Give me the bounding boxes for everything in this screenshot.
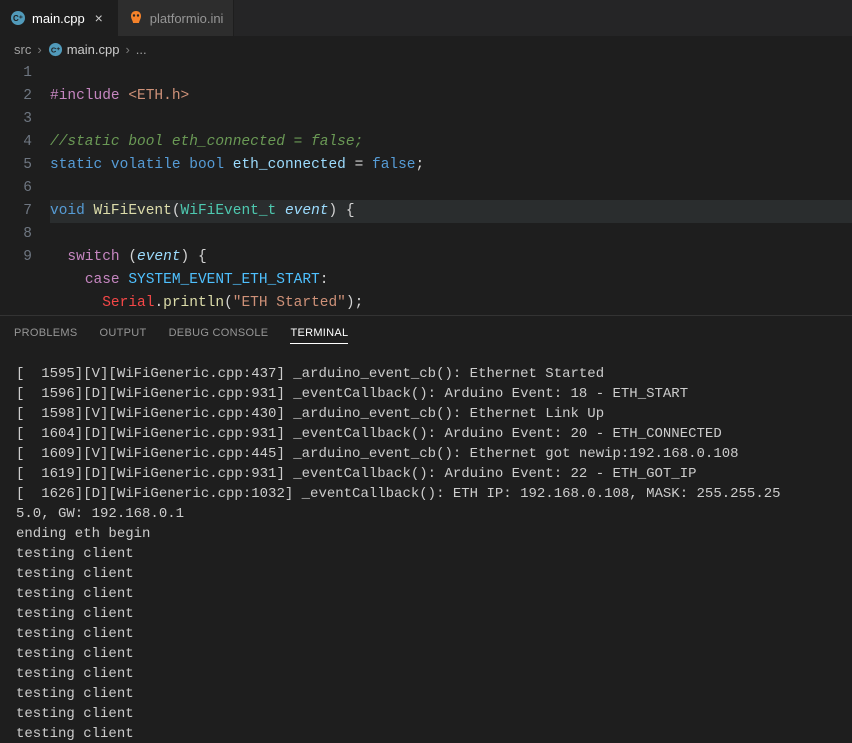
line-number: 7	[0, 200, 32, 223]
cpp-icon: C⁺	[10, 10, 26, 26]
code-line	[50, 180, 59, 196]
chevron-right-icon: ›	[125, 42, 129, 57]
breadcrumb-folder: src	[14, 42, 31, 57]
line-number: 6	[0, 177, 32, 200]
code-line: void WiFiEvent(WiFiEvent_t event) {	[50, 200, 852, 223]
line-number: 1	[0, 62, 32, 85]
code-line: Serial.println("ETH Started");	[50, 295, 363, 311]
close-icon[interactable]: ×	[91, 10, 107, 26]
line-number: 8	[0, 223, 32, 246]
panel-tab-debug-console[interactable]: DEBUG CONSOLE	[169, 323, 269, 343]
code-content[interactable]: #include <ETH.h> //static bool eth_conne…	[50, 62, 852, 315]
line-number: 4	[0, 131, 32, 154]
cpp-icon: C⁺	[48, 42, 63, 57]
code-line: switch (event) {	[50, 249, 207, 265]
line-number: 2	[0, 85, 32, 108]
panel-tab-bar: PROBLEMS OUTPUT DEBUG CONSOLE TERMINAL	[0, 315, 852, 350]
svg-text:C⁺: C⁺	[13, 14, 23, 23]
code-line: case SYSTEM_EVENT_ETH_START:	[50, 272, 328, 288]
code-line: #include <ETH.h>	[50, 88, 189, 104]
breadcrumb-trail: ...	[136, 42, 147, 57]
tab-main-cpp[interactable]: C⁺ main.cpp ×	[0, 0, 118, 36]
tab-platformio-ini[interactable]: platformio.ini	[118, 0, 235, 36]
code-line: static volatile bool eth_connected = fal…	[50, 157, 424, 173]
line-number: 3	[0, 108, 32, 131]
chevron-right-icon: ›	[37, 42, 41, 57]
line-number: 5	[0, 154, 32, 177]
line-number: 9	[0, 246, 32, 269]
tab-label: main.cpp	[32, 11, 85, 26]
editor-tab-bar: C⁺ main.cpp × platformio.ini	[0, 0, 852, 36]
panel-tab-output[interactable]: OUTPUT	[100, 323, 147, 343]
breadcrumb-file: main.cpp	[67, 42, 120, 57]
terminal-output[interactable]: [ 1595][V][WiFiGeneric.cpp:437] _arduino…	[0, 350, 852, 743]
panel-tab-terminal[interactable]: TERMINAL	[290, 323, 348, 344]
line-number-gutter: 1 2 3 4 5 6 7 8 9	[0, 62, 50, 315]
panel-tab-problems[interactable]: PROBLEMS	[14, 323, 78, 343]
code-line: //static bool eth_connected = false;	[50, 134, 363, 150]
platformio-icon	[128, 10, 144, 26]
code-line	[50, 111, 59, 127]
tab-label: platformio.ini	[150, 11, 224, 26]
breadcrumb[interactable]: src › C⁺ main.cpp › ...	[0, 36, 852, 62]
svg-text:C⁺: C⁺	[51, 45, 60, 54]
code-editor[interactable]: 1 2 3 4 5 6 7 8 9 #include <ETH.h> //sta…	[0, 62, 852, 315]
